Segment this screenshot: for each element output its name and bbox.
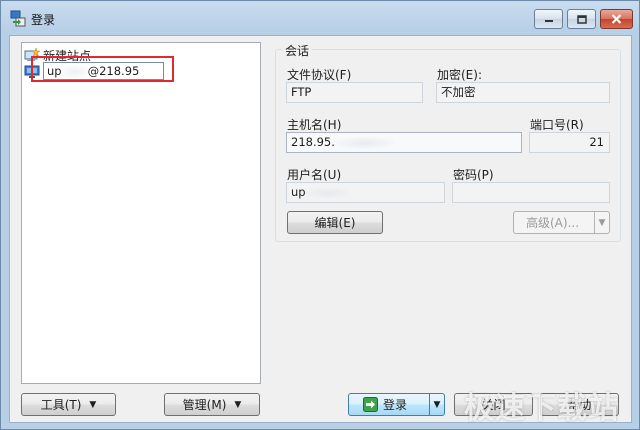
password-input[interactable] (452, 182, 610, 203)
host-label: 主机名(H) (287, 118, 342, 132)
winscp-app-icon (10, 10, 26, 27)
session-group-title: 会话 (282, 42, 313, 59)
encryption-label: 加密(E): (437, 68, 482, 82)
tools-button-label: 工具(T) (40, 398, 82, 412)
redacted-text (305, 186, 350, 199)
site-tree[interactable]: 新建站点 up @218.95 (21, 42, 261, 384)
maximize-icon (576, 14, 587, 24)
port-label: 端口号(R) (530, 118, 584, 132)
close-window-button[interactable] (600, 9, 633, 29)
manage-button-label: 管理(M) (182, 398, 227, 412)
host-input[interactable]: 218.95. (286, 132, 522, 153)
advanced-button[interactable]: 高级(A)... ▼ (513, 211, 610, 234)
title-bar[interactable]: 登录 (1, 1, 639, 35)
window-title: 登录 (31, 13, 56, 27)
dialog-body: 新建站点 up @218.95 会话 文件协议(F) FTP 加密(E): 不加密… (9, 35, 632, 423)
login-icon (363, 397, 378, 412)
minimize-button[interactable] (534, 9, 563, 29)
advanced-dropdown-arrow[interactable]: ▼ (594, 212, 609, 233)
host-value: 218.95. (291, 135, 335, 149)
advanced-button-label: 高级(A)... (526, 216, 580, 230)
login-button-label: 登录 (383, 398, 408, 412)
username-value: up (291, 185, 306, 199)
tools-button[interactable]: 工具(T) ▼ (21, 393, 116, 416)
chevron-down-icon: ▼ (234, 399, 242, 410)
username-label: 用户名(U) (287, 168, 342, 182)
watermark: 极速下载站 (464, 391, 619, 426)
login-dropdown-arrow[interactable]: ▼ (429, 394, 444, 415)
protocol-label: 文件协议(F) (287, 68, 352, 82)
manage-button[interactable]: 管理(M) ▼ (164, 393, 260, 416)
port-input[interactable]: 21 (529, 132, 610, 153)
maximize-button[interactable] (567, 9, 596, 29)
login-button[interactable]: 登录 ▼ (348, 393, 445, 416)
password-label: 密码(P) (453, 168, 494, 182)
redacted-text (334, 136, 395, 149)
username-input[interactable]: up (286, 182, 445, 203)
minimize-icon (544, 20, 553, 22)
chevron-down-icon: ▼ (89, 399, 97, 410)
encryption-select[interactable]: 不加密 (436, 82, 610, 103)
close-icon (611, 14, 622, 24)
highlight-box (31, 56, 174, 82)
edit-button[interactable]: 编辑(E) (287, 211, 383, 234)
protocol-select[interactable]: FTP (286, 82, 423, 103)
login-window: 登录 新建站点 up @218.95 会话 文件协议(F) FTP 加密(E):… (0, 0, 640, 430)
